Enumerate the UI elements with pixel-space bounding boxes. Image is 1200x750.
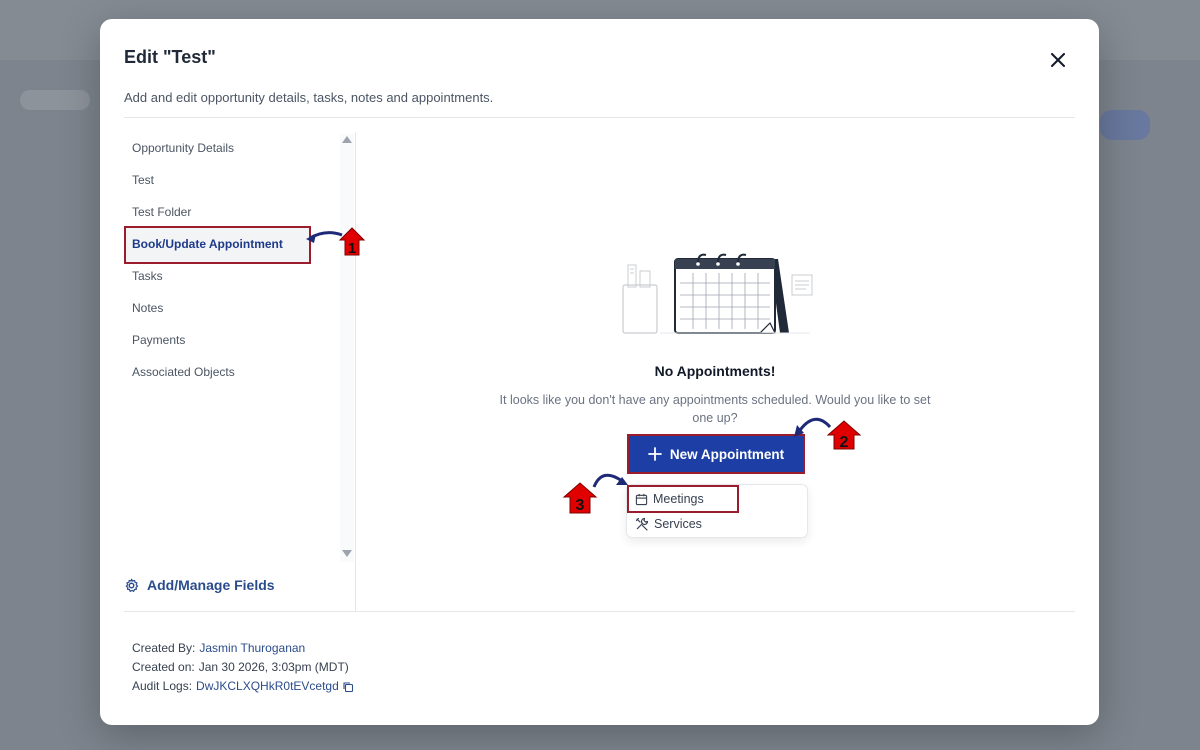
new-appointment-label: New Appointment xyxy=(669,446,785,462)
sidebar-item-payments[interactable]: Payments xyxy=(132,330,185,350)
sidebar-item-associated-objects[interactable]: Associated Objects xyxy=(132,362,235,382)
created-by-link[interactable]: Jasmin Thuroganan xyxy=(199,639,305,658)
calendar-illustration-icon xyxy=(622,253,813,334)
sidebar-item-opportunity-details[interactable]: Opportunity Details xyxy=(132,138,234,158)
step-marker-3: 3 xyxy=(562,473,628,514)
sidebar-divider xyxy=(355,132,356,611)
close-button[interactable] xyxy=(1047,49,1069,71)
new-appointment-button[interactable]: New Appointment xyxy=(627,434,805,474)
close-icon xyxy=(1051,53,1065,67)
step-number-3: 3 xyxy=(576,497,585,514)
sidebar-item-notes[interactable]: Notes xyxy=(132,298,163,318)
sidebar-item-book-update-appointment[interactable]: Book/Update Appointment xyxy=(132,234,283,254)
created-on-value: Jan 30 2026, 3:03pm (MDT) xyxy=(198,660,349,674)
step-number-2: 2 xyxy=(840,434,849,451)
copy-icon[interactable] xyxy=(342,681,354,693)
add-manage-fields-button[interactable]: Add/Manage Fields xyxy=(124,577,275,593)
menu-item-services-label: Services xyxy=(654,517,702,531)
scroll-down-icon[interactable] xyxy=(342,550,352,557)
modal-footer: Created By: Jasmin Thuroganan Created on… xyxy=(132,639,354,696)
audit-log-id-link[interactable]: DwJKCLXQHkR0tEVcetgd xyxy=(196,677,339,696)
plus-icon xyxy=(647,447,662,461)
sidebar-item-test[interactable]: Test xyxy=(132,170,154,190)
empty-state-text: It looks like you don't have any appoint… xyxy=(499,393,931,425)
created-on-label: Created on: xyxy=(132,660,195,674)
menu-item-meetings[interactable]: Meetings xyxy=(635,489,704,509)
sidebar-item-tasks[interactable]: Tasks xyxy=(132,266,163,286)
scroll-up-icon[interactable] xyxy=(342,136,352,143)
edit-opportunity-modal: Edit "Test" Add and edit opportunity det… xyxy=(100,19,1099,725)
modal-title: Edit "Test" xyxy=(124,47,216,67)
header-divider xyxy=(124,117,1075,118)
menu-item-services[interactable]: Services xyxy=(635,514,702,534)
add-manage-fields-label: Add/Manage Fields xyxy=(147,577,275,593)
step-marker-2: 2 xyxy=(794,417,862,451)
created-by-label: Created By: xyxy=(132,641,196,655)
gear-icon xyxy=(125,578,139,592)
modal-subtitle: Add and edit opportunity details, tasks,… xyxy=(124,90,494,105)
audit-logs-label: Audit Logs: xyxy=(132,679,193,693)
sidebar-item-test-folder[interactable]: Test Folder xyxy=(132,202,191,222)
new-appointment-menu: Meetings Services xyxy=(626,484,808,538)
empty-state-title: No Appointments! xyxy=(654,363,776,379)
tools-icon xyxy=(635,517,649,531)
footer-divider xyxy=(124,611,1075,612)
menu-item-meetings-label: Meetings xyxy=(653,492,704,506)
step-number-1: 1 xyxy=(348,240,356,257)
sidebar-scrollbar[interactable] xyxy=(340,134,354,562)
step-marker-1: 1 xyxy=(306,227,366,257)
